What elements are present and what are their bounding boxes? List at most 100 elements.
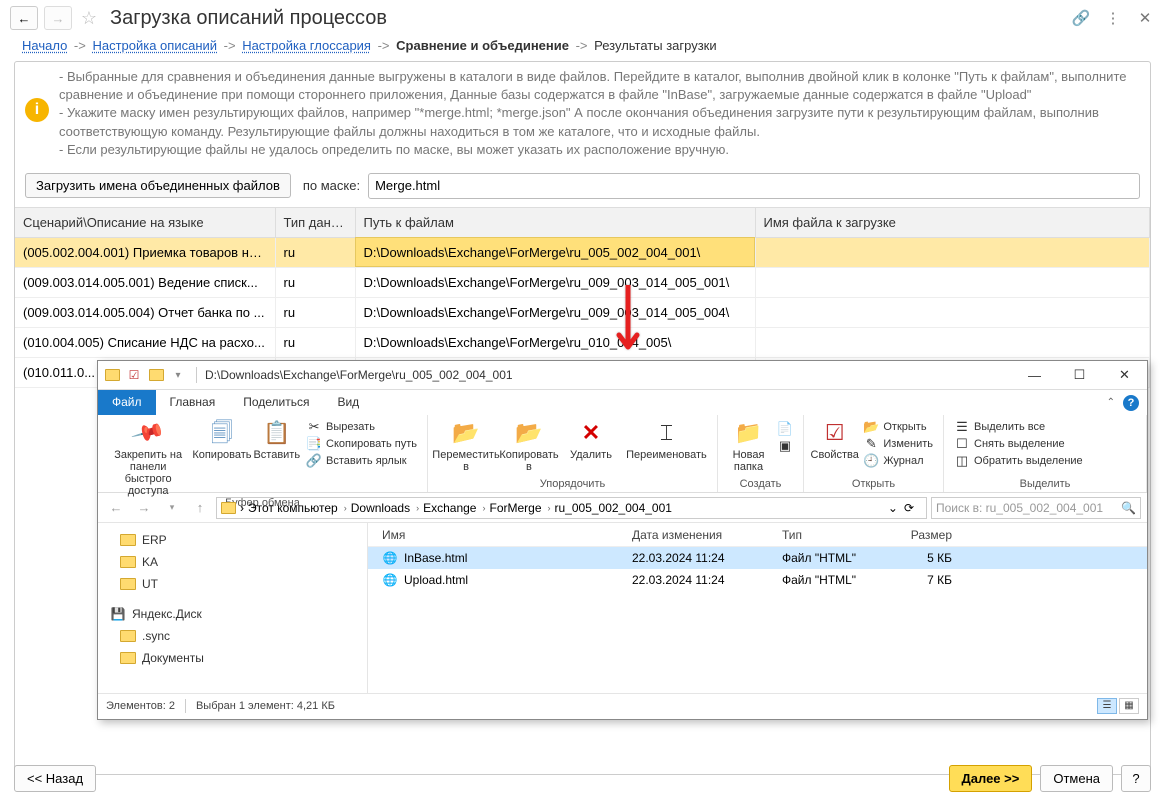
explorer-title-path: D:\Downloads\Exchange\ForMerge\ru_005_00…: [201, 368, 1012, 382]
address-bar-row: ← → ▾ ↑ › Этот компьютер› Downloads› Exc…: [98, 493, 1147, 523]
col-date[interactable]: Дата изменения: [632, 528, 782, 542]
select-none-button[interactable]: ☐Снять выделение: [954, 436, 1083, 452]
folder-icon: [102, 365, 122, 385]
bc-step3[interactable]: Настройка глоссария: [242, 38, 371, 53]
qat-dropdown-icon[interactable]: ▾: [168, 365, 188, 385]
paste-link-button[interactable]: 🔗Вставить ярлык: [306, 453, 417, 469]
addr-folder-icon: [221, 502, 236, 514]
nav-forward-button[interactable]: →: [44, 6, 72, 30]
details-view-icon[interactable]: ☰: [1097, 698, 1117, 714]
explorer-titlebar[interactable]: ☑ ▾ D:\Downloads\Exchange\ForMerge\ru_00…: [98, 361, 1147, 389]
copy-to-button[interactable]: 📂Копировать в: [498, 417, 560, 473]
file-row[interactable]: 🌐Upload.html 22.03.2024 11:24 Файл "HTML…: [368, 569, 1147, 591]
link-icon[interactable]: 🔗: [1071, 8, 1091, 28]
ribbon-group-open: Открыть: [804, 478, 943, 492]
cancel-button[interactable]: Отмена: [1040, 765, 1113, 792]
tree-pane[interactable]: ERP KA UT 💾Яндекс.Диск .sync Документы: [98, 523, 368, 693]
th-path[interactable]: Путь к файлам: [355, 207, 755, 237]
thumbs-view-icon[interactable]: ▦: [1119, 698, 1139, 714]
html-file-icon: 🌐: [382, 550, 398, 566]
kebab-icon[interactable]: ⋮: [1103, 8, 1123, 28]
refresh-icon[interactable]: ⟳: [900, 501, 918, 515]
delete-button[interactable]: ✕Удалить: [560, 417, 622, 461]
search-icon: 🔍: [1121, 501, 1136, 515]
new-item-icon[interactable]: 📄: [777, 421, 793, 437]
qat-props-icon[interactable]: ☑: [124, 365, 144, 385]
addr-back-icon[interactable]: ←: [104, 496, 128, 520]
tab-file[interactable]: Файл: [98, 390, 156, 415]
ribbon-tabs: Файл Главная Поделиться Вид ⌃ ?: [98, 389, 1147, 415]
col-size[interactable]: Размер: [902, 528, 962, 542]
tree-item[interactable]: 💾Яндекс.Диск: [104, 603, 367, 625]
paste-button[interactable]: 📋Вставить: [252, 417, 302, 461]
favorite-icon[interactable]: ☆: [78, 7, 100, 29]
tree-item[interactable]: UT: [114, 573, 367, 595]
load-merged-button[interactable]: Загрузить имена объединенных файлов: [25, 173, 291, 198]
addr-dropdown-icon[interactable]: ▾: [160, 496, 184, 520]
properties-button[interactable]: ☑Свойства: [810, 417, 859, 461]
controls-row: Загрузить имена объединенных файлов по м…: [15, 169, 1150, 207]
file-list-header: Имя Дата изменения Тип Размер: [368, 523, 1147, 547]
back-button[interactable]: << Назад: [14, 765, 96, 792]
status-selection: Выбран 1 элемент: 4,21 КБ: [196, 700, 335, 712]
cut-button[interactable]: ✂Вырезать: [306, 419, 417, 435]
addr-up-icon[interactable]: ↑: [188, 496, 212, 520]
tree-item[interactable]: ERP: [114, 529, 367, 551]
open-button[interactable]: 📂Открыть: [863, 419, 933, 435]
table-row[interactable]: (005.002.004.001) Приемка товаров на...r…: [15, 237, 1150, 267]
mask-input[interactable]: [368, 173, 1140, 199]
th-scenario[interactable]: Сценарий\Описание на языке: [15, 207, 275, 237]
maximize-button[interactable]: ☐: [1057, 361, 1102, 389]
pin-button[interactable]: 📌Закрепить на панели быстрого доступа: [104, 417, 192, 497]
minimize-button[interactable]: —: [1012, 361, 1057, 389]
history-button[interactable]: 🕘Журнал: [863, 453, 933, 469]
file-row[interactable]: 🌐InBase.html 22.03.2024 11:24 Файл "HTML…: [368, 547, 1147, 569]
info-text: - Выбранные для сравнения и объединения …: [59, 68, 1140, 159]
collapse-ribbon-icon[interactable]: ⌃: [1107, 397, 1115, 408]
tab-home[interactable]: Главная: [156, 390, 230, 415]
new-folder-button[interactable]: 📁Новая папка: [724, 417, 773, 473]
copy-path-button[interactable]: 📑Скопировать путь: [306, 436, 417, 452]
tab-view[interactable]: Вид: [323, 390, 373, 415]
move-to-button[interactable]: 📂Переместить в: [434, 417, 498, 473]
footer: << Назад Далее >> Отмена ?: [14, 765, 1151, 792]
close-icon[interactable]: ✕: [1135, 8, 1155, 28]
table-row[interactable]: (009.003.014.005.004) Отчет банка по ...…: [15, 297, 1150, 327]
table-row[interactable]: (010.004.005) Списание НДС на расхо...ru…: [15, 327, 1150, 357]
info-icon: i: [25, 98, 49, 122]
info-block: i - Выбранные для сравнения и объединени…: [15, 62, 1150, 169]
html-file-icon: 🌐: [382, 572, 398, 588]
easy-access-icon[interactable]: ▣: [777, 438, 793, 454]
th-fname[interactable]: Имя файла к загрузке: [755, 207, 1150, 237]
qat-new-icon[interactable]: [146, 365, 166, 385]
ribbon-group-new: Создать: [718, 478, 803, 492]
tab-share[interactable]: Поделиться: [229, 390, 323, 415]
help-button[interactable]: ?: [1121, 765, 1151, 792]
bc-home[interactable]: Начало: [22, 38, 67, 53]
th-dtype[interactable]: Тип данных: [275, 207, 355, 237]
help-icon[interactable]: ?: [1123, 395, 1139, 411]
rename-button[interactable]: ⌶Переименовать: [622, 417, 711, 461]
status-count: Элементов: 2: [106, 700, 175, 712]
next-button[interactable]: Далее >>: [949, 765, 1033, 792]
invert-selection-button[interactable]: ◫Обратить выделение: [954, 453, 1083, 469]
copy-button[interactable]: 🗐Копировать: [192, 417, 251, 461]
ribbon-group-select: Выделить: [944, 478, 1146, 492]
address-bar[interactable]: › Этот компьютер› Downloads› Exchange› F…: [216, 497, 927, 519]
select-all-button[interactable]: ☰Выделить все: [954, 419, 1083, 435]
explorer-body: ERP KA UT 💾Яндекс.Диск .sync Документы И…: [98, 523, 1147, 693]
page-title: Загрузка описаний процессов: [110, 7, 387, 30]
tree-item[interactable]: KA: [114, 551, 367, 573]
edit-button[interactable]: ✎Изменить: [863, 436, 933, 452]
tree-item[interactable]: Документы: [114, 647, 367, 669]
close-button[interactable]: ✕: [1102, 361, 1147, 389]
bc-step2[interactable]: Настройка описаний: [92, 38, 217, 53]
search-input[interactable]: Поиск в: ru_005_002_004_001 🔍: [931, 497, 1141, 519]
addr-forward-icon[interactable]: →: [132, 496, 156, 520]
nav-back-button[interactable]: ←: [10, 6, 38, 30]
col-type[interactable]: Тип: [782, 528, 902, 542]
addr-chevron-down-icon[interactable]: ⌄: [888, 501, 898, 515]
table-row[interactable]: (009.003.014.005.001) Ведение списк...ru…: [15, 267, 1150, 297]
tree-item[interactable]: .sync: [114, 625, 367, 647]
col-name[interactable]: Имя: [382, 528, 632, 542]
